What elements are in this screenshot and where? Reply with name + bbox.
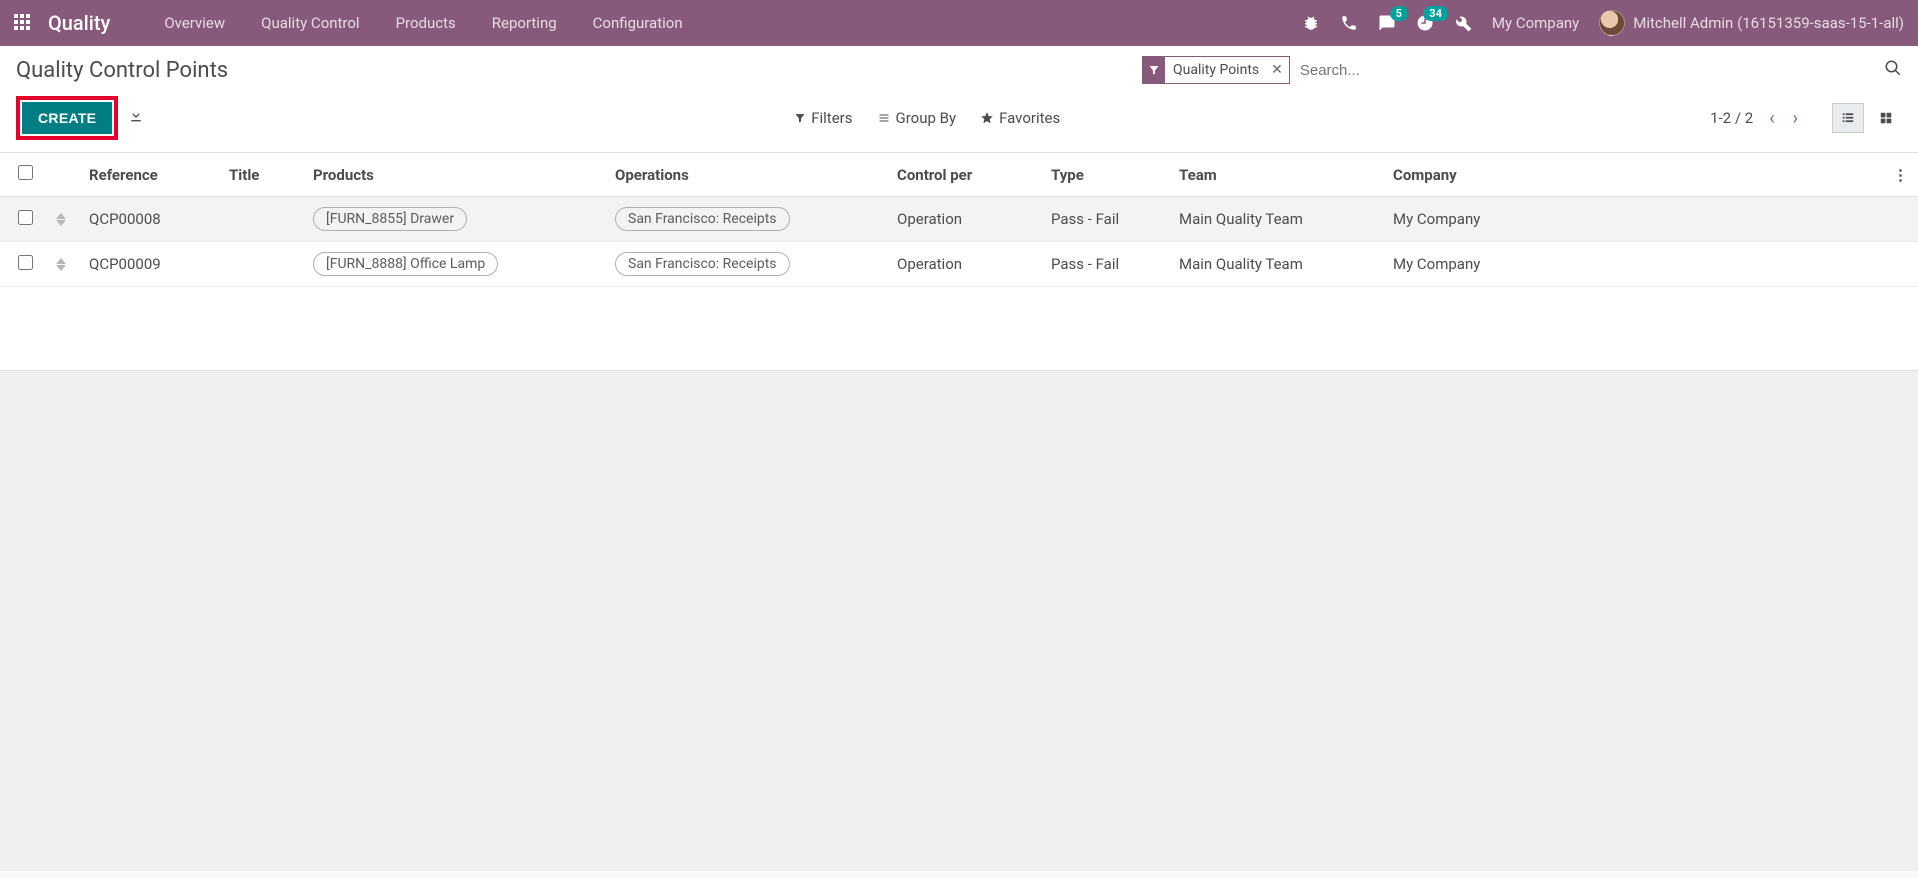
avatar xyxy=(1599,10,1625,36)
debug-icon[interactable] xyxy=(1302,14,1320,32)
col-reference[interactable]: Reference xyxy=(79,153,219,197)
user-name: Mitchell Admin (16151359-saas-15-1-all) xyxy=(1633,14,1904,32)
search-input[interactable] xyxy=(1290,57,1884,84)
operation-pill[interactable]: San Francisco: Receipts xyxy=(615,252,790,276)
messages-badge: 5 xyxy=(1390,6,1408,21)
cell-control-per: Operation xyxy=(887,197,1041,242)
cell-reference: QCP00009 xyxy=(79,242,219,287)
cell-team: Main Quality Team xyxy=(1169,242,1383,287)
list-view-button[interactable] xyxy=(1832,103,1864,133)
create-highlight: CREATE xyxy=(16,96,118,140)
main-menu: Overview Quality Control Products Report… xyxy=(146,14,700,32)
groupby-button[interactable]: Group By xyxy=(877,109,957,127)
cell-company: My Company xyxy=(1383,197,1883,242)
view-switcher xyxy=(1832,103,1902,133)
search-icon[interactable] xyxy=(1884,59,1902,81)
facet-label: Quality Points xyxy=(1165,62,1265,78)
col-company[interactable]: Company xyxy=(1383,153,1883,197)
operation-pill[interactable]: San Francisco: Receipts xyxy=(615,207,790,231)
apps-icon[interactable] xyxy=(14,14,32,32)
funnel-icon xyxy=(1143,57,1165,83)
search-area: Quality Points ✕ xyxy=(1142,56,1902,84)
facet-remove-icon[interactable]: ✕ xyxy=(1265,62,1289,78)
table: Reference Title Products Operations Cont… xyxy=(0,153,1918,287)
cell-type: Pass - Fail xyxy=(1041,197,1169,242)
menu-reporting[interactable]: Reporting xyxy=(474,14,575,32)
row-checkbox[interactable] xyxy=(18,210,33,225)
page-background xyxy=(0,371,1918,871)
drag-handle-icon[interactable] xyxy=(43,197,79,242)
tools-icon[interactable] xyxy=(1454,14,1472,32)
favorites-label: Favorites xyxy=(999,109,1060,127)
product-pill[interactable]: [FURN_8888] Office Lamp xyxy=(313,252,498,276)
col-products[interactable]: Products xyxy=(303,153,605,197)
cell-title xyxy=(219,197,303,242)
col-operations[interactable]: Operations xyxy=(605,153,887,197)
product-pill[interactable]: [FURN_8855] Drawer xyxy=(313,207,467,231)
topnav-left: Quality Overview Quality Control Product… xyxy=(14,11,701,35)
topnav-right: 5 34 My Company Mitchell Admin (16151359… xyxy=(1302,10,1904,36)
table-row[interactable]: QCP00009 [FURN_8888] Office Lamp San Fra… xyxy=(0,242,1918,287)
cell-team: Main Quality Team xyxy=(1169,197,1383,242)
top-navbar: Quality Overview Quality Control Product… xyxy=(0,0,1918,46)
search-facet: Quality Points ✕ xyxy=(1142,56,1290,84)
col-type[interactable]: Type xyxy=(1041,153,1169,197)
create-button[interactable]: CREATE xyxy=(22,102,112,134)
search-toolbar: Filters Group By Favorites xyxy=(794,109,1060,127)
cell-company: My Company xyxy=(1383,242,1883,287)
menu-overview[interactable]: Overview xyxy=(146,14,243,32)
menu-products[interactable]: Products xyxy=(378,14,474,32)
activities-icon[interactable]: 34 xyxy=(1416,14,1434,32)
activities-badge: 34 xyxy=(1423,6,1448,21)
select-all-checkbox[interactable] xyxy=(18,165,33,180)
kanban-view-button[interactable] xyxy=(1870,103,1902,133)
col-control-per[interactable]: Control per xyxy=(887,153,1041,197)
col-title[interactable]: Title xyxy=(219,153,303,197)
control-panel: Quality Control Points Quality Points ✕ … xyxy=(0,46,1918,153)
menu-quality-control[interactable]: Quality Control xyxy=(243,14,377,32)
app-title[interactable]: Quality xyxy=(48,11,110,35)
pager: 1-2 / 2 ‹ › xyxy=(1710,103,1902,133)
user-menu[interactable]: Mitchell Admin (16151359-saas-15-1-all) xyxy=(1599,10,1904,36)
col-team[interactable]: Team xyxy=(1169,153,1383,197)
drag-handle-icon[interactable] xyxy=(43,242,79,287)
company-selector[interactable]: My Company xyxy=(1492,14,1579,32)
table-row[interactable]: QCP00008 [FURN_8855] Drawer San Francisc… xyxy=(0,197,1918,242)
list-view: Reference Title Products Operations Cont… xyxy=(0,153,1918,371)
cell-title xyxy=(219,242,303,287)
row-checkbox[interactable] xyxy=(18,255,33,270)
cell-type: Pass - Fail xyxy=(1041,242,1169,287)
menu-configuration[interactable]: Configuration xyxy=(575,14,701,32)
phone-icon[interactable] xyxy=(1340,14,1358,32)
optional-columns-icon[interactable]: ⋮ xyxy=(1883,153,1918,197)
filters-button[interactable]: Filters xyxy=(794,109,852,127)
breadcrumb: Quality Control Points xyxy=(16,58,228,83)
table-footer-space xyxy=(0,287,1918,371)
download-icon[interactable] xyxy=(128,108,144,128)
cell-control-per: Operation xyxy=(887,242,1041,287)
favorites-button[interactable]: Favorites xyxy=(980,109,1060,127)
cell-reference: QCP00008 xyxy=(79,197,219,242)
pager-range[interactable]: 1-2 / 2 xyxy=(1710,109,1753,127)
pager-prev-icon[interactable]: ‹ xyxy=(1769,108,1774,129)
pager-next-icon[interactable]: › xyxy=(1793,108,1798,129)
filters-label: Filters xyxy=(811,109,852,127)
groupby-label: Group By xyxy=(896,109,957,127)
messages-icon[interactable]: 5 xyxy=(1378,14,1396,32)
